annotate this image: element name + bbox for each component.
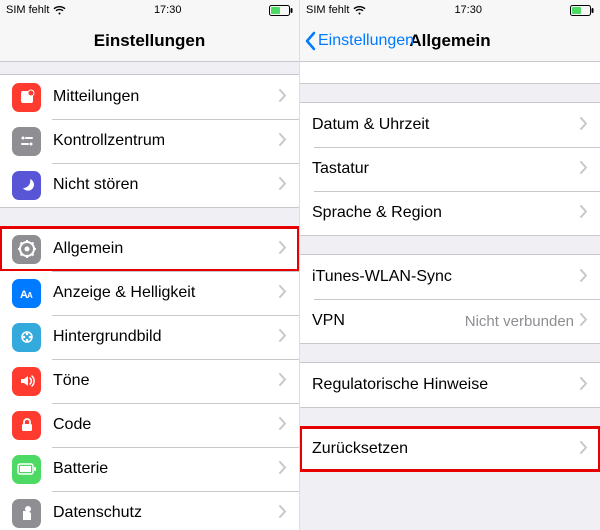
battery-icon xyxy=(269,5,293,16)
status-bar: SIM fehlt 17:30 xyxy=(0,0,299,20)
chevron-right-icon xyxy=(279,285,287,302)
chevron-right-icon xyxy=(580,313,588,330)
settings-row-wallpaper[interactable]: Hintergrundbild xyxy=(0,315,299,359)
battery-icon xyxy=(570,5,594,16)
row-label: VPN xyxy=(312,312,465,330)
back-label: Einstellungen xyxy=(318,32,414,50)
chevron-right-icon xyxy=(279,329,287,346)
row-label: Batterie xyxy=(53,460,279,478)
status-time: 17:30 xyxy=(454,4,482,16)
settings-row-passcode[interactable]: Code xyxy=(0,403,299,447)
row-label: Code xyxy=(53,416,279,434)
chevron-right-icon xyxy=(580,205,588,222)
row-label: Datum & Uhrzeit xyxy=(312,116,580,134)
wifi-icon xyxy=(353,5,366,15)
carrier-text: SIM fehlt xyxy=(6,4,49,16)
chevron-right-icon xyxy=(580,441,588,458)
battery-icon xyxy=(12,455,41,484)
chevron-right-icon xyxy=(279,505,287,522)
chevron-right-icon xyxy=(279,89,287,106)
settings-list[interactable]: Mitteilungen Kontrollzentrum Nicht stören A… xyxy=(0,62,299,530)
row-label: Sprache & Region xyxy=(312,204,580,222)
chevron-right-icon xyxy=(279,461,287,478)
back-button[interactable]: Einstellungen xyxy=(304,31,414,51)
left-screen: SIM fehlt 17:30 Einstellungen Mitteilung… xyxy=(0,0,300,530)
privacy-icon xyxy=(12,499,41,528)
settings-row-notifications[interactable]: Mitteilungen xyxy=(0,75,299,119)
navbar: Einstellungen xyxy=(0,20,299,62)
general-row[interactable]: Datum & Uhrzeit xyxy=(300,103,600,147)
row-label: Mitteilungen xyxy=(53,88,279,106)
general-row[interactable]: Tastatur xyxy=(300,147,600,191)
sounds-icon xyxy=(12,367,41,396)
chevron-right-icon xyxy=(279,417,287,434)
row-label: iTunes-WLAN-Sync xyxy=(312,268,580,286)
general-row[interactable]: VPNNicht verbunden xyxy=(300,299,600,343)
general-row[interactable]: Sprache & Region xyxy=(300,191,600,235)
dnd-icon xyxy=(12,171,41,200)
carrier-text: SIM fehlt xyxy=(306,4,349,16)
wallpaper-icon xyxy=(12,323,41,352)
passcode-icon xyxy=(12,411,41,440)
general-row[interactable]: iTunes-WLAN-Sync xyxy=(300,255,600,299)
row-label: Nicht stören xyxy=(53,176,279,194)
row-label: Allgemein xyxy=(53,240,279,258)
right-screen: SIM fehlt 17:30 Einstellungen Allgemein … xyxy=(300,0,600,530)
svg-text:A: A xyxy=(27,291,33,300)
chevron-left-icon xyxy=(304,31,316,51)
chevron-right-icon xyxy=(580,161,588,178)
chevron-right-icon xyxy=(580,269,588,286)
chevron-right-icon xyxy=(279,177,287,194)
navbar-title: Allgemein xyxy=(409,31,490,51)
settings-row-sounds[interactable]: Töne xyxy=(0,359,299,403)
settings-row-control-center[interactable]: Kontrollzentrum xyxy=(0,119,299,163)
wifi-icon xyxy=(53,5,66,15)
navbar: Einstellungen Allgemein xyxy=(300,20,600,62)
display-icon: AA xyxy=(12,279,41,308)
settings-row-dnd[interactable]: Nicht stören xyxy=(0,163,299,207)
notifications-icon xyxy=(12,83,41,112)
row-label: Zurücksetzen xyxy=(312,440,580,458)
row-label: Töne xyxy=(53,372,279,390)
settings-row-display[interactable]: AA Anzeige & Helligkeit xyxy=(0,271,299,315)
settings-row-battery[interactable]: Batterie xyxy=(0,447,299,491)
row-label: Kontrollzentrum xyxy=(53,132,279,150)
settings-row-privacy[interactable]: Datenschutz xyxy=(0,491,299,530)
row-detail: Nicht verbunden xyxy=(465,313,574,330)
status-bar: SIM fehlt 17:30 xyxy=(300,0,600,20)
settings-row-general[interactable]: Allgemein xyxy=(0,227,299,271)
row-label: Regulatorische Hinweise xyxy=(312,376,580,394)
general-row[interactable]: Regulatorische Hinweise xyxy=(300,363,600,407)
general-icon xyxy=(12,235,41,264)
chevron-right-icon xyxy=(279,241,287,258)
status-time: 17:30 xyxy=(154,4,182,16)
row-label: Datenschutz xyxy=(53,504,279,522)
general-list[interactable]: Datum & Uhrzeit Tastatur Sprache & Region i… xyxy=(300,62,600,530)
navbar-title: Einstellungen xyxy=(94,31,205,51)
chevron-right-icon xyxy=(279,373,287,390)
control-center-icon xyxy=(12,127,41,156)
row-label: Tastatur xyxy=(312,160,580,178)
chevron-right-icon xyxy=(279,133,287,150)
chevron-right-icon xyxy=(580,117,588,134)
row-label: Anzeige & Helligkeit xyxy=(53,284,279,302)
row-label: Hintergrundbild xyxy=(53,328,279,346)
chevron-right-icon xyxy=(580,377,588,394)
general-row[interactable]: Zurücksetzen xyxy=(300,427,600,471)
